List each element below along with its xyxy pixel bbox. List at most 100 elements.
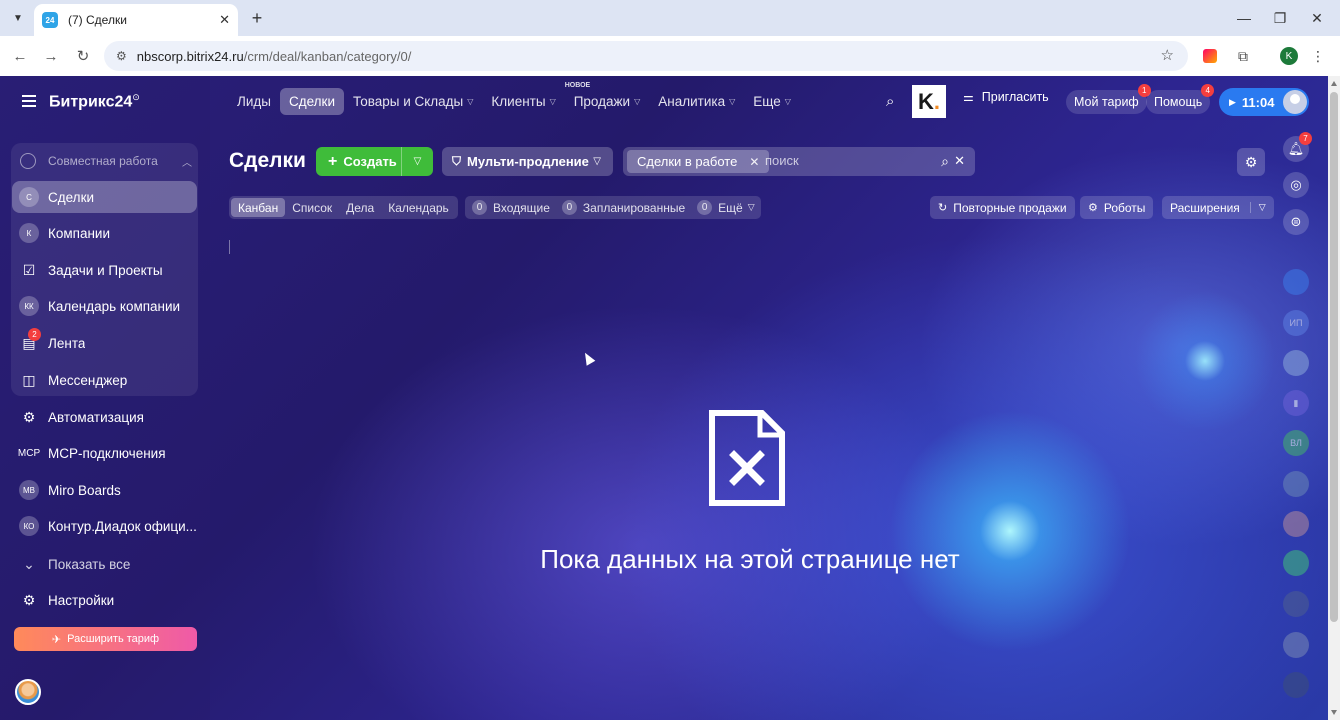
create-button[interactable]: + Создать ▽ [316, 147, 433, 176]
user-avatar[interactable] [15, 679, 41, 705]
menu-burger-icon[interactable] [22, 95, 36, 107]
sidebar-item-label: Miro Boards [48, 482, 121, 498]
view-activities[interactable]: Дела [339, 198, 381, 217]
chevron-down-icon[interactable]: ▽ [1249, 202, 1266, 213]
work-time-button[interactable]: ▶ 11:04 [1219, 88, 1309, 116]
chevron-down-icon: ▽ [747, 202, 755, 212]
plus-icon: + [328, 152, 338, 170]
counter-label: Запланированные [582, 200, 686, 215]
browser-tab[interactable]: 24 (7) Сделки ✕ [34, 4, 238, 36]
sidebar-item-messenger[interactable]: ◫ Мессенджер [12, 364, 197, 396]
address-bar[interactable]: ⚙ nbscorp.bitrix24.ru/crm/deal/kanban/ca… [104, 41, 1188, 71]
filter-chip[interactable]: Сделки в работе ✕ [627, 150, 770, 173]
kontur-avatar: КО [19, 516, 39, 536]
tab-clients[interactable]: Клиенты ▽ [482, 88, 564, 115]
profile-avatar[interactable]: K [1279, 46, 1299, 66]
create-main[interactable]: + Создать [316, 147, 402, 176]
chat-avatar-7[interactable] [1283, 511, 1309, 537]
chip-close-icon[interactable]: ✕ [749, 155, 759, 169]
sidebar-group-header[interactable]: Совместная работа ︿ [20, 152, 192, 170]
scroll-up-icon[interactable] [1331, 81, 1337, 86]
chat-avatar-3[interactable] [1283, 350, 1309, 376]
minimize-icon[interactable]: — [1225, 0, 1263, 36]
counter-num: 0 [697, 200, 713, 215]
bookmark-star-icon[interactable]: ☆ [1161, 46, 1174, 64]
tab-leads[interactable]: Лиды [228, 88, 280, 115]
upgrade-tariff-button[interactable]: ✈ Расширить тариф [14, 627, 197, 651]
gear-icon: ⚙ [22, 591, 36, 608]
view-calendar[interactable]: Календарь [381, 198, 456, 217]
notifications-bell-icon[interactable]: 🔔︎ 7 [1283, 132, 1312, 162]
search-icon[interactable]: ⌕ [886, 93, 894, 110]
chat-avatar-1[interactable] [1283, 269, 1309, 295]
sidebar-item-deals[interactable]: С Сделки [12, 181, 197, 213]
chat-avatar-9[interactable] [1283, 591, 1309, 617]
new-tab-button[interactable]: + [246, 7, 268, 29]
empty-state-message: Пока данных на этой странице нет [540, 544, 960, 574]
view-kanban[interactable]: Канбан [231, 198, 286, 217]
sidebar-item-automation[interactable]: ⚙ Автоматизация [12, 401, 197, 433]
view-list[interactable]: Список [285, 198, 339, 217]
bitrix-favicon-icon: 24 [42, 12, 58, 28]
activity-stream-icon[interactable]: ◎ [1283, 172, 1309, 198]
tab-list-dropdown[interactable]: ▼ [7, 7, 29, 29]
site-info-icon[interactable]: ⚙ [116, 49, 127, 63]
bookmark-avatar-icon[interactable]: ▮ [1283, 390, 1309, 416]
invite-button[interactable]: ⚌ Пригласить [963, 90, 1049, 104]
search-icon[interactable]: ⌕ [941, 153, 949, 170]
page-scrollbar[interactable] [1328, 76, 1340, 720]
repeat-sales-button[interactable]: ↻ Повторные продажи [930, 196, 1075, 219]
settings-gear-icon[interactable]: ⚙ [1237, 148, 1265, 176]
chat-avatar-vl[interactable]: ВЛ [1283, 430, 1309, 456]
sidebar-item-kontur[interactable]: КО Контур.Диадок офици... [12, 510, 197, 542]
chat-search-icon[interactable]: ⊜ [1283, 209, 1309, 235]
scrollbar-thumb[interactable] [1330, 92, 1338, 622]
counter-more[interactable]: 0 Ещё ▽ [697, 200, 755, 215]
chevron-down-icon[interactable]: ▽ [402, 156, 433, 167]
sidebar-item-settings[interactable]: ⚙ Настройки [12, 584, 197, 616]
chat-avatar-8[interactable] [1283, 550, 1309, 576]
forward-icon[interactable]: → [40, 45, 62, 67]
tab-close-icon[interactable]: ✕ [219, 12, 230, 28]
tab-deals[interactable]: Сделки [279, 88, 344, 115]
sidebar-item-miro[interactable]: MB Miro Boards [12, 474, 197, 506]
filter-search-box[interactable]: Сделки в работе ✕ ⌕ ✕ [623, 147, 975, 176]
sidebar-item-calendar[interactable]: КК Календарь компании [12, 290, 197, 322]
sidebar-item-label: Показать все [48, 556, 131, 572]
chat-avatar-6[interactable] [1283, 471, 1309, 497]
tab-more[interactable]: Еще ▽ [744, 88, 800, 115]
extensions-puzzle-icon[interactable]: ⧉ [1233, 46, 1253, 66]
clear-icon[interactable]: ✕ [954, 153, 965, 169]
company-logo[interactable]: K. [912, 85, 946, 118]
tab-sales[interactable]: НОВОЕ Продажи ▽ [565, 82, 650, 115]
counter-planned[interactable]: 0 Запланированные [561, 200, 686, 215]
tab-analytics[interactable]: Аналитика ▽ [649, 88, 744, 115]
my-tariff-button[interactable]: Мой тариф 1 [1066, 84, 1151, 114]
browser-tab-bar: ▼ 24 (7) Сделки ✕ + — ❐ ✕ [0, 0, 1340, 36]
chat-avatar-10[interactable] [1283, 632, 1309, 658]
maximize-icon[interactable]: ❐ [1261, 0, 1299, 36]
chat-avatar-11[interactable] [1283, 672, 1309, 698]
back-icon[interactable]: ← [9, 45, 31, 67]
help-button[interactable]: Помощь 4 [1146, 84, 1215, 114]
reload-icon[interactable]: ↻ [72, 45, 94, 67]
extensions-button[interactable]: Расширения ▽ [1162, 196, 1274, 219]
counter-incoming[interactable]: 0 Входящие [472, 200, 550, 215]
scroll-down-icon[interactable] [1331, 710, 1337, 715]
brand-logo[interactable]: Битрикс24⊙ [49, 92, 140, 111]
sidebar-item-mcp[interactable]: MCP MCP-подключения [12, 437, 197, 469]
tab-products[interactable]: Товары и Склады ▽ [344, 88, 482, 115]
chat-avatar-ip[interactable]: ИП [1283, 310, 1309, 336]
search-input[interactable] [765, 153, 915, 168]
multi-renewal-button[interactable]: ⛉ Мульти-продление ▽ [442, 147, 613, 176]
sidebar-item-tasks[interactable]: ☑ Задачи и Проекты [12, 254, 197, 286]
sidebar-item-companies[interactable]: К Компании [12, 217, 197, 249]
close-window-icon[interactable]: ✕ [1298, 0, 1336, 36]
sidebar-item-show-all[interactable]: ⌄ Показать все [12, 548, 197, 580]
sidebar-item-feed[interactable]: ▤ 2 Лента [12, 327, 197, 359]
chevron-up-icon[interactable]: ︿ [182, 154, 192, 169]
robots-button[interactable]: ⚙ Роботы [1080, 196, 1154, 219]
upgrade-label: Расширить тариф [67, 633, 160, 645]
browser-menu-icon[interactable]: ⋮ [1308, 46, 1328, 66]
extension-gradient-icon[interactable] [1200, 46, 1220, 66]
